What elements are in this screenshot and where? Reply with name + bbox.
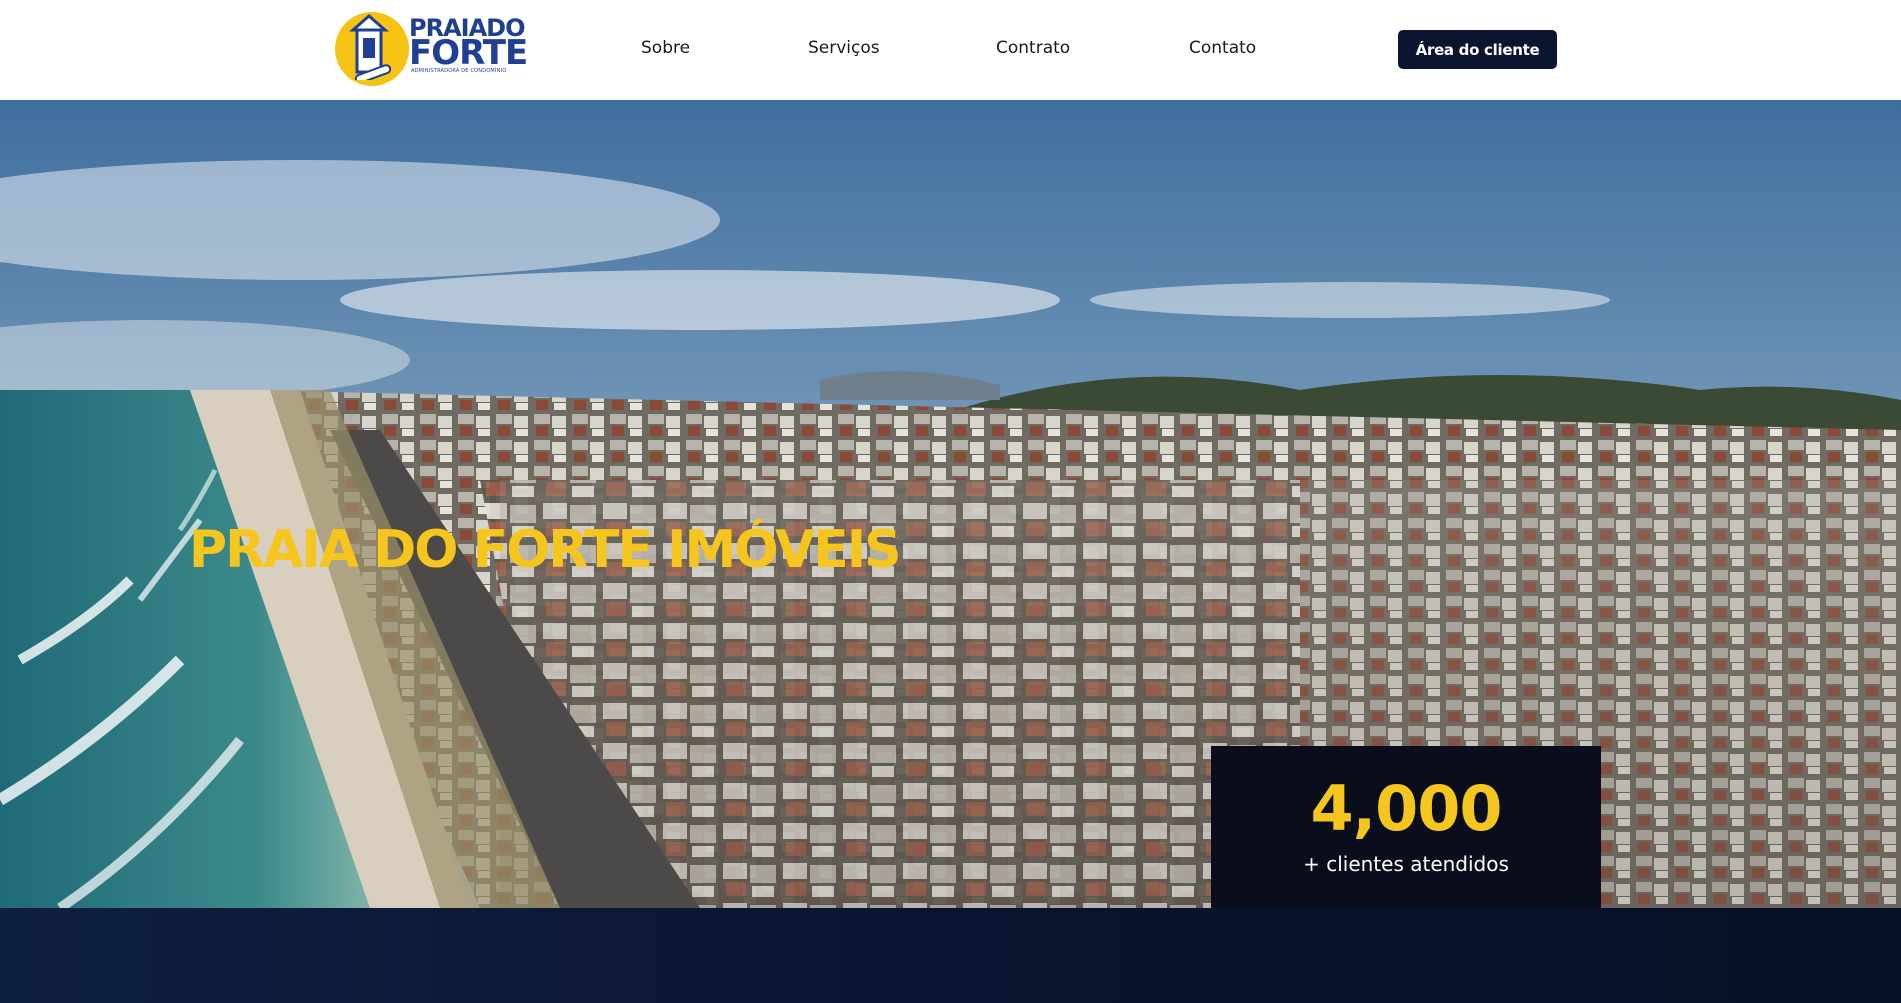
nav-link-contrato[interactable]: Contrato <box>996 38 1070 58</box>
dark-section-band <box>0 908 1901 1003</box>
lighthouse-icon <box>349 14 392 80</box>
nav-link-sobre[interactable]: Sobre <box>641 38 690 58</box>
site-header: PRAIADO FORTE ADMINISTRADORA DE CONDOMÍN… <box>0 0 1901 100</box>
nav-link-servicos[interactable]: Serviços <box>808 38 880 58</box>
stat-box-clients: 4,000 + clientes atendidos <box>1211 746 1601 908</box>
logo-tagline: ADMINISTRADORA DE CONDOMÍNIO <box>411 68 507 74</box>
logo[interactable]: PRAIADO FORTE ADMINISTRADORA DE CONDOMÍN… <box>335 8 528 92</box>
hero-title: PRAIA DO FORTE IMÓVEIS <box>189 520 902 580</box>
hero-background-image <box>0 100 1901 908</box>
stat-number: 4,000 <box>1310 772 1502 845</box>
stat-label: + clientes atendidos <box>1303 852 1509 876</box>
hero-section: PRAIA DO FORTE IMÓVEIS 4,000 + clientes … <box>0 100 1901 908</box>
logo-text-forte: FORTE <box>409 33 528 73</box>
client-area-button[interactable]: Área do cliente <box>1398 30 1557 69</box>
nav-link-contato[interactable]: Contato <box>1189 38 1256 58</box>
